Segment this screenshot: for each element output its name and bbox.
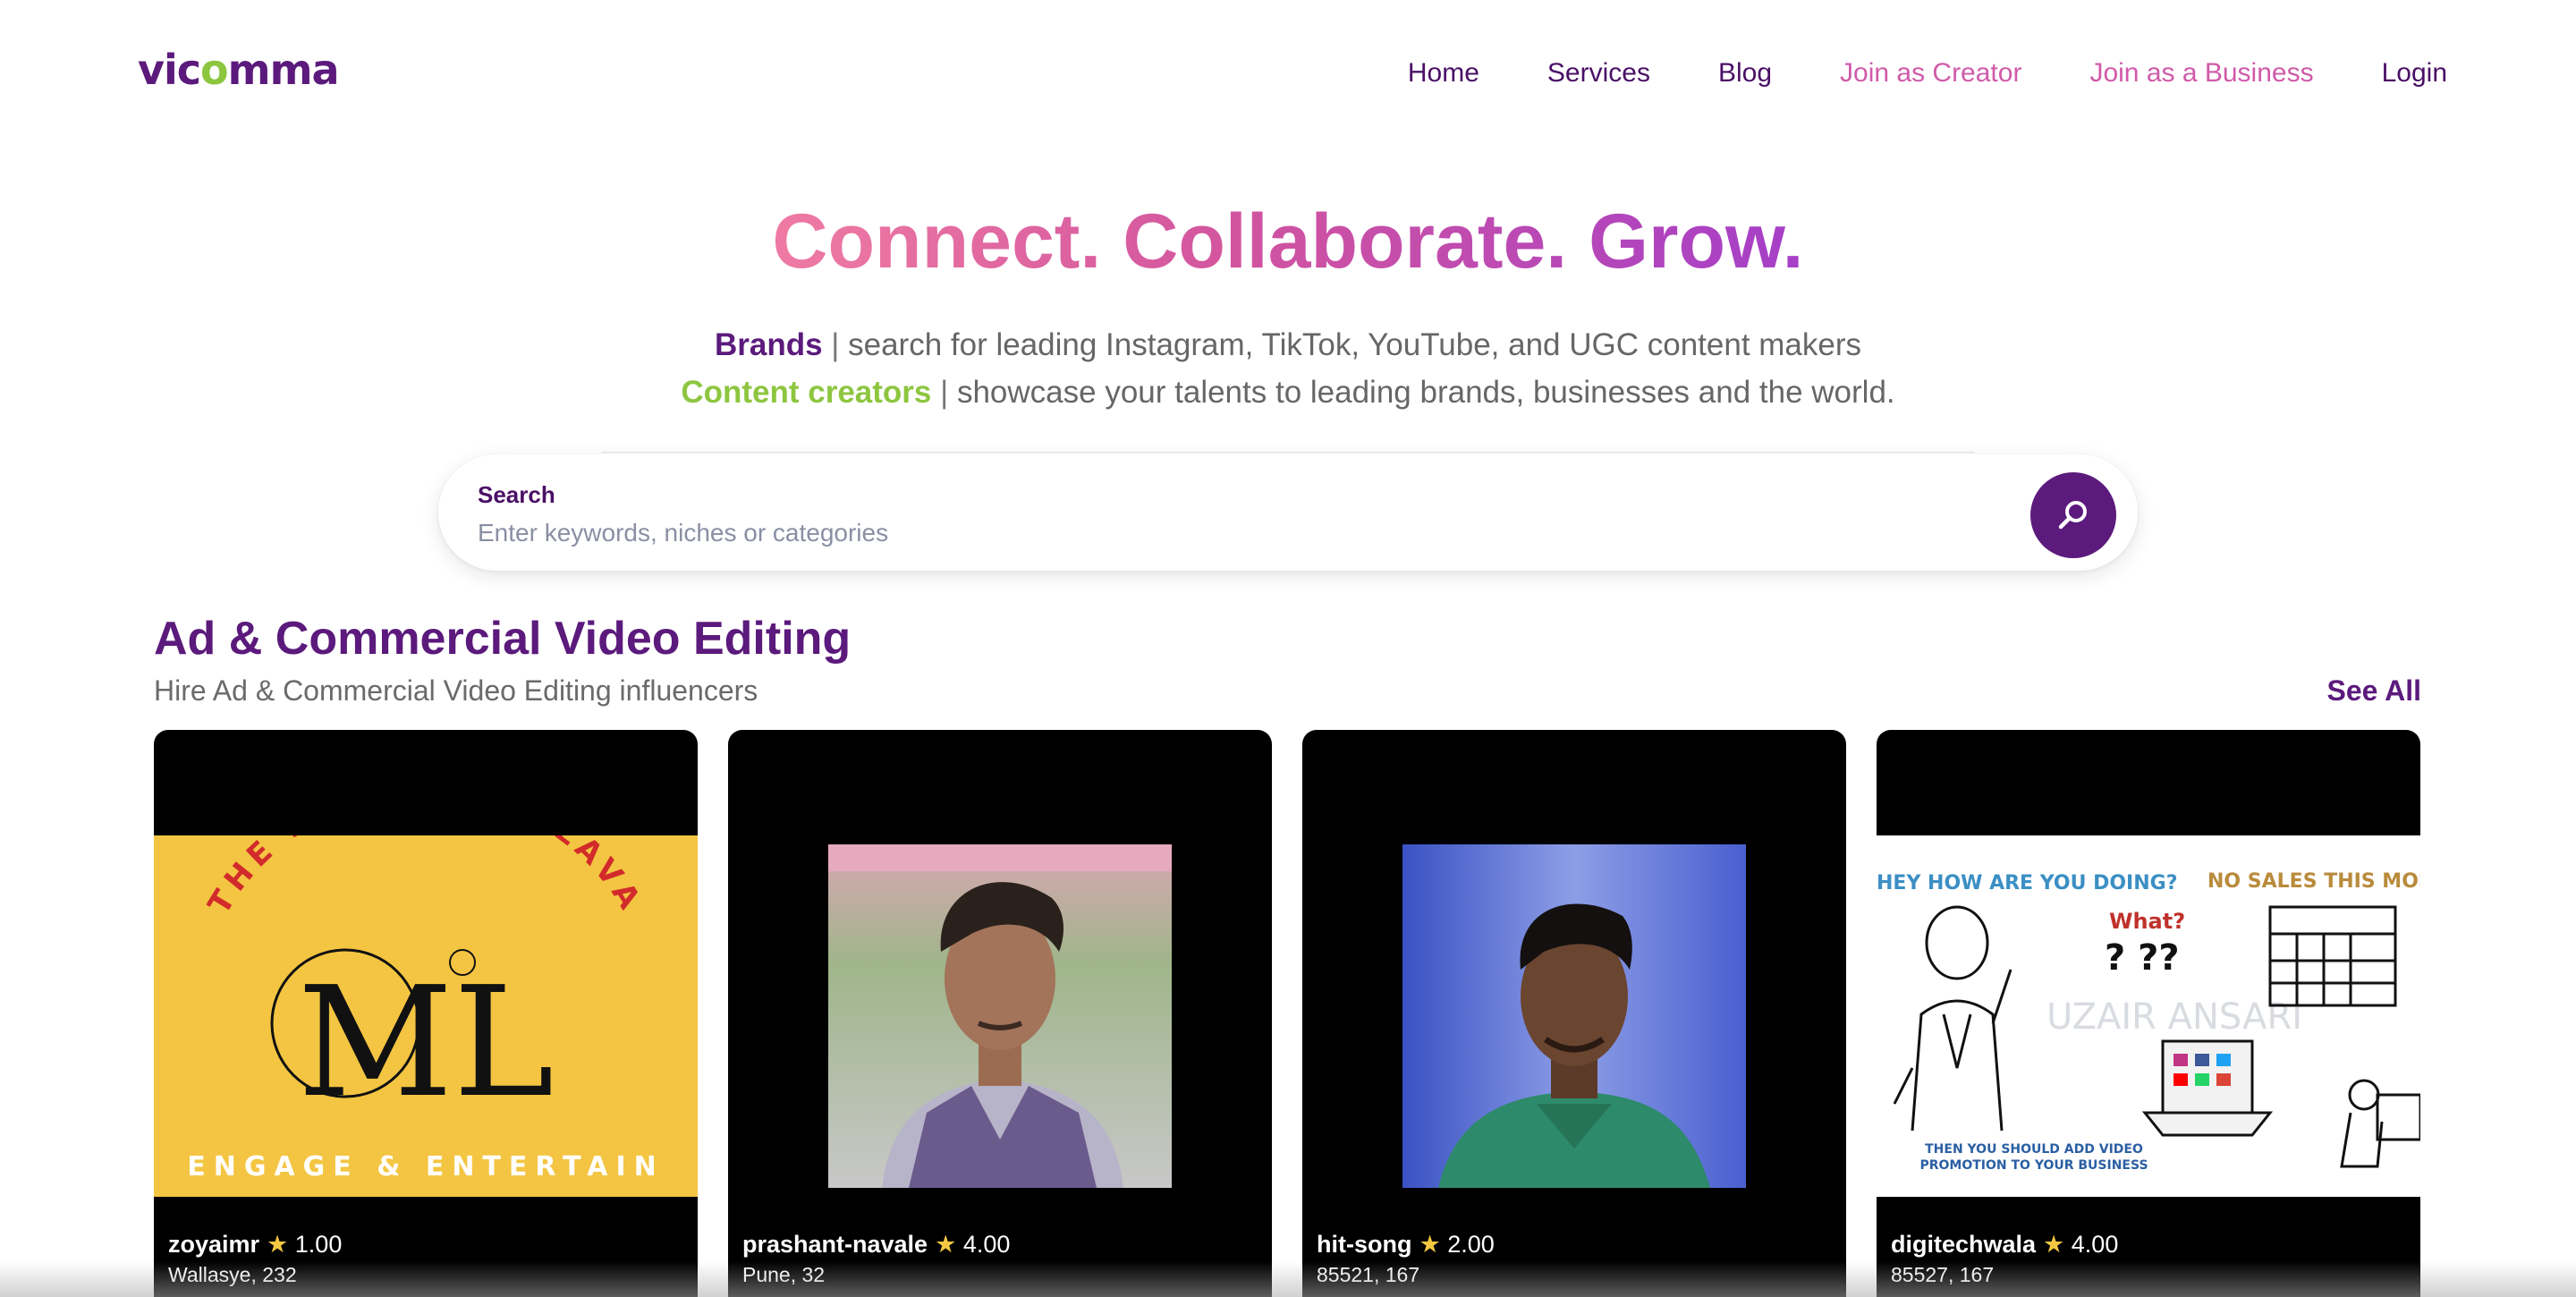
promo-bottom-line-1: THEN YOU SHOULD ADD VIDEO [1925,1142,2143,1157]
hero-title: Connect. Collaborate. Grow. [0,197,2576,286]
brands-description: search for leading Instagram, TikTok, Yo… [848,327,1862,362]
creators-description: showcase your talents to leading brands,… [956,375,1895,410]
creator-card[interactable]: prashant-navale ★ 4.00 Pune, 32 [728,730,1272,1297]
nav-home[interactable]: Home [1408,58,1479,89]
section-title: Ad & Commercial Video Editing [154,613,852,665]
star-icon: ★ [2043,1231,2065,1258]
creator-name: digitechwala [1891,1231,2037,1258]
search-bar: Search [438,454,2138,571]
profile-photo [1402,844,1746,1188]
content-creators-label: Content creators [681,375,932,410]
nav-login[interactable]: Login [2382,58,2447,89]
star-icon: ★ [1419,1231,1441,1258]
person-photo-illustration [828,844,1172,1188]
nav-join-as-business[interactable]: Join as a Business [2089,58,2313,89]
promo-bottom-line-2: PROMOTION TO YOUR BUSINESS [1919,1158,2148,1173]
star-icon: ★ [935,1231,957,1258]
marketing-lava-logo-image: THE MARKETING LAVA ML ENGAGE & ENTERTAIN [154,768,698,1197]
hero-title-text: Connect. Collaborate. Grow. [772,199,1804,284]
ml-monogram: ML [298,954,555,1132]
promo-hey-text: HEY HOW ARE YOU DOING? [1877,872,2177,894]
nav-join-as-creator[interactable]: Join as Creator [1840,58,2021,89]
page: vic o mma Home Services Blog Join as Creat… [0,0,2576,1297]
card-image: HEY HOW ARE YOU DOING? NO SALES THIS MON… [1877,835,2420,1197]
svg-text:? ??: ? ?? [2105,937,2180,979]
creator-name-row: prashant-navale ★ 4.00 [742,1231,1010,1259]
creator-location: Pune, 32 [742,1263,826,1286]
search-label: Search [478,481,555,508]
creator-name-row: hit-song ★ 2.00 [1317,1231,1495,1259]
card-image: THE MARKETING LAVA ML ENGAGE & ENTERTAIN [154,768,698,1197]
creator-name: hit-song [1317,1231,1412,1258]
hero-brands-line: Brands | search for leading Instagram, T… [0,322,2576,369]
divider [601,452,1975,453]
person-photo-illustration [1402,844,1746,1188]
search-button[interactable] [2030,472,2116,558]
nav-services[interactable]: Services [1547,58,1650,89]
nav-blog[interactable]: Blog [1718,58,1772,89]
profile-photo [828,844,1172,1188]
see-all-link[interactable]: See All [2326,674,2421,708]
creator-rating: 2.00 [1447,1231,1495,1258]
section-subtitle: Hire Ad & Commercial Video Editing influ… [154,674,758,707]
logo-part-1: vic [138,46,201,94]
search-input[interactable] [478,515,1953,551]
creator-name: prashant-navale [742,1231,928,1258]
creator-card[interactable]: hit-song ★ 2.00 85521, 167 [1302,730,1846,1297]
separator: | [822,327,849,362]
creator-cards: THE MARKETING LAVA ML ENGAGE & ENTERTAIN… [154,730,2420,1297]
star-icon: ★ [267,1231,289,1258]
hero-creators-line: Content creators | showcase your talents… [0,369,2576,416]
vicomma-logo[interactable]: vic o mma [138,43,340,97]
logo-part-3: mma [227,46,340,94]
search-icon [2058,501,2087,530]
creator-rating: 1.00 [294,1231,343,1258]
promo-no-sales-text: NO SALES THIS MONT [2207,870,2420,893]
creator-name-row: zoyaimr ★ 1.00 [168,1231,342,1259]
creator-location: 85521, 167 [1317,1263,1420,1286]
creator-location: Wallasye, 232 [168,1263,297,1286]
creator-name-row: digitechwala ★ 4.00 [1891,1231,2118,1259]
creator-card[interactable]: THE MARKETING LAVA ML ENGAGE & ENTERTAIN… [154,730,698,1297]
video-promotion-illustration: HEY HOW ARE YOU DOING? NO SALES THIS MON… [1877,835,2420,1197]
brands-label: Brands [714,327,823,362]
creator-location: 85527, 167 [1891,1263,1995,1286]
logo-part-2: o [200,46,229,94]
ml-tagline: ENGAGE & ENTERTAIN [187,1151,665,1183]
promo-what-text: What? [2109,909,2185,934]
creator-card[interactable]: HEY HOW ARE YOU DOING? NO SALES THIS MON… [1877,730,2420,1297]
main-nav: Home Services Blog Join as Creator Join … [1340,54,2447,93]
separator: | [931,375,957,410]
creator-rating: 4.00 [962,1231,1011,1258]
promo-watermark: UZAIR ANSARI [2046,996,2302,1038]
creator-name: zoyaimr [168,1231,260,1258]
creator-rating: 4.00 [2071,1231,2119,1258]
